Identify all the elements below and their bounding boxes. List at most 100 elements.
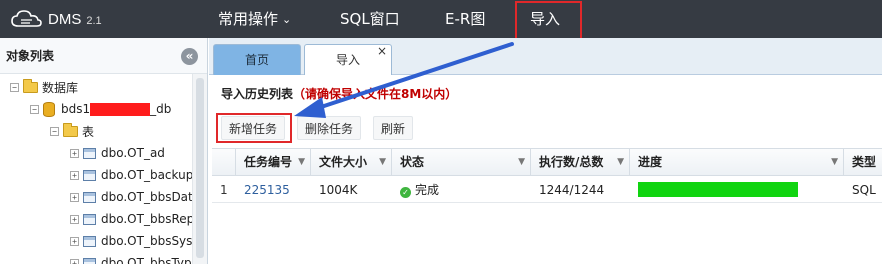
tree-node-table[interactable]: + dbo.OT_backup — [70, 165, 192, 185]
tab-home[interactable]: 首页 — [213, 44, 301, 75]
tree-label: dbo.OT_bbsSys — [101, 234, 192, 248]
main-content: 首页 导入 × 导入历史列表（请确保导入文件在8M以内） 新增任务 删除任务 刷… — [209, 38, 882, 264]
column-label: 类型 — [852, 155, 877, 169]
dropdown-arrow-icon[interactable]: ▼ — [298, 149, 305, 176]
column-header-type[interactable]: 类型 — [844, 149, 882, 176]
dropdown-arrow-icon[interactable]: ▼ — [518, 149, 525, 176]
close-icon[interactable]: × — [377, 36, 387, 67]
table-icon — [83, 257, 96, 264]
column-label: 执行数/总数 — [539, 155, 604, 169]
tree-node-table[interactable]: + dbo.OT_bbsSys — [70, 231, 192, 251]
column-header-task-id[interactable]: 任务编号 ▼ — [236, 149, 311, 176]
object-list-panel: 对象列表 « − 数据库 − bds1 _db − 表 + dbo.OT_ad +… — [0, 38, 208, 264]
column-header-index — [212, 149, 236, 176]
column-label: 进度 — [638, 155, 663, 169]
panel-title: 对象列表 — [6, 49, 55, 63]
expand-icon[interactable]: + — [70, 148, 79, 158]
nav-sql-window[interactable]: SQL窗口 — [340, 0, 400, 38]
panel-header: 对象列表 « — [0, 38, 207, 74]
import-history-table: 任务编号 ▼ 文件大小 ▼ 状态 ▼ 执行数/总数 ▼ 进度 ▼ 类型 1 225135 … — [212, 148, 882, 264]
progress-bar-fill — [638, 182, 798, 197]
object-tree: − 数据库 − bds1 _db − 表 + dbo.OT_ad + dbo.OT… — [0, 74, 192, 264]
check-circle-icon: ✓ — [400, 187, 411, 198]
file-size: 1004K — [319, 183, 358, 197]
import-history-title: 导入历史列表 — [221, 87, 294, 101]
column-label: 任务编号 — [244, 155, 293, 169]
scrollbar-thumb[interactable] — [196, 78, 204, 258]
database-icon — [43, 101, 55, 117]
tab-import[interactable]: 导入 × — [304, 44, 392, 75]
progress-cell — [630, 177, 844, 203]
task-type: SQL — [852, 183, 876, 197]
folder-icon — [63, 122, 78, 137]
collapse-icon[interactable]: − — [30, 104, 39, 114]
column-header-file-size[interactable]: 文件大小 ▼ — [311, 149, 392, 176]
refresh-button[interactable]: 刷新 — [373, 116, 414, 140]
highlight-box-add-task — [216, 113, 292, 143]
version-label: 2.1 — [86, 14, 102, 27]
collapse-panel-button[interactable]: « — [181, 48, 198, 65]
tree-label: dbo.OT_bbsRep — [101, 212, 192, 226]
tree-node-table[interactable]: + dbo.OT_bbsRep — [70, 209, 192, 229]
nav-er-diagram[interactable]: E-R图 — [445, 0, 485, 38]
tree-label: 数据库 — [42, 80, 79, 95]
column-header-executed[interactable]: 执行数/总数 ▼ — [531, 149, 630, 176]
column-label: 文件大小 — [319, 155, 368, 169]
folder-icon — [23, 78, 38, 93]
dropdown-arrow-icon[interactable]: ▼ — [617, 149, 624, 176]
tree-label: dbo.OT_bbsDat — [101, 190, 192, 204]
row-index: 1 — [220, 183, 228, 197]
table-icon — [83, 213, 96, 225]
column-header-progress[interactable]: 进度 ▼ — [630, 149, 844, 176]
tree-label: dbo.OT_backup — [101, 168, 192, 182]
expand-icon[interactable]: + — [70, 236, 79, 246]
expand-icon[interactable]: + — [70, 192, 79, 202]
expand-icon[interactable]: + — [70, 170, 79, 180]
dropdown-arrow-icon[interactable]: ▼ — [831, 149, 838, 176]
collapse-icon[interactable]: − — [50, 126, 59, 136]
tree-node-table[interactable]: + dbo.OT_bbsDat — [70, 187, 192, 207]
tree-label-db-suffix: _db — [150, 102, 172, 116]
nav-common-operations-label: 常用操作 — [218, 10, 279, 28]
progress-bar — [638, 182, 798, 197]
table-icon — [83, 147, 96, 159]
column-label: 状态 — [400, 155, 425, 169]
file-size-warning: （请确保导入文件在8M以内） — [293, 87, 458, 101]
tree-label-db-prefix: bds1 — [61, 102, 91, 116]
tree-label: dbo.OT_bbsTyp — [101, 256, 192, 264]
table-header: 任务编号 ▼ 文件大小 ▼ 状态 ▼ 执行数/总数 ▼ 进度 ▼ 类型 — [212, 148, 882, 176]
table-icon — [83, 235, 96, 247]
status-text: 完成 — [415, 183, 440, 197]
tree-scrollbar[interactable] — [192, 74, 207, 264]
tab-strip: 首页 导入 × — [209, 38, 882, 75]
status-cell: ✓ 完成 — [392, 177, 531, 203]
logo-text: DMS — [48, 10, 82, 28]
logo[interactable]: DMS 2.1 — [10, 8, 102, 30]
dropdown-arrow-icon[interactable]: ▼ — [379, 149, 386, 176]
delete-task-button[interactable]: 删除任务 — [297, 116, 362, 140]
tree-node-db[interactable]: − bds1 _db — [30, 99, 171, 119]
highlight-box-nav-import — [515, 1, 582, 41]
table-row[interactable]: 1 225135 1004K ✓ 完成 1244/1244 SQL — [212, 177, 882, 203]
tree-node-table[interactable]: + dbo.OT_ad — [70, 143, 165, 163]
cloud-logo-icon — [11, 10, 42, 27]
chevron-down-icon: ⌄ — [282, 13, 292, 26]
task-id-link[interactable]: 225135 — [236, 177, 311, 203]
top-navbar: DMS 2.1 常用操作 ⌄ SQL窗口 E-R图 导入 — [0, 0, 882, 38]
redaction-box — [90, 102, 151, 116]
table-icon — [83, 169, 96, 181]
tree-node-table[interactable]: + dbo.OT_bbsTyp — [70, 253, 192, 264]
tree-node-database[interactable]: − 数据库 — [10, 77, 78, 97]
expand-icon[interactable]: + — [70, 258, 79, 264]
section-title: 导入历史列表（请确保导入文件在8M以内） — [221, 85, 457, 102]
executed-count: 1244/1244 — [539, 183, 605, 197]
tab-import-label: 导入 — [335, 53, 360, 67]
table-icon — [83, 191, 96, 203]
tree-label: dbo.OT_ad — [101, 146, 165, 160]
nav-common-operations[interactable]: 常用操作 ⌄ — [218, 0, 291, 38]
tree-label: 表 — [82, 124, 95, 139]
tree-node-tables[interactable]: − 表 — [50, 121, 94, 141]
column-header-status[interactable]: 状态 ▼ — [392, 149, 531, 176]
collapse-icon[interactable]: − — [10, 82, 19, 92]
expand-icon[interactable]: + — [70, 214, 79, 224]
